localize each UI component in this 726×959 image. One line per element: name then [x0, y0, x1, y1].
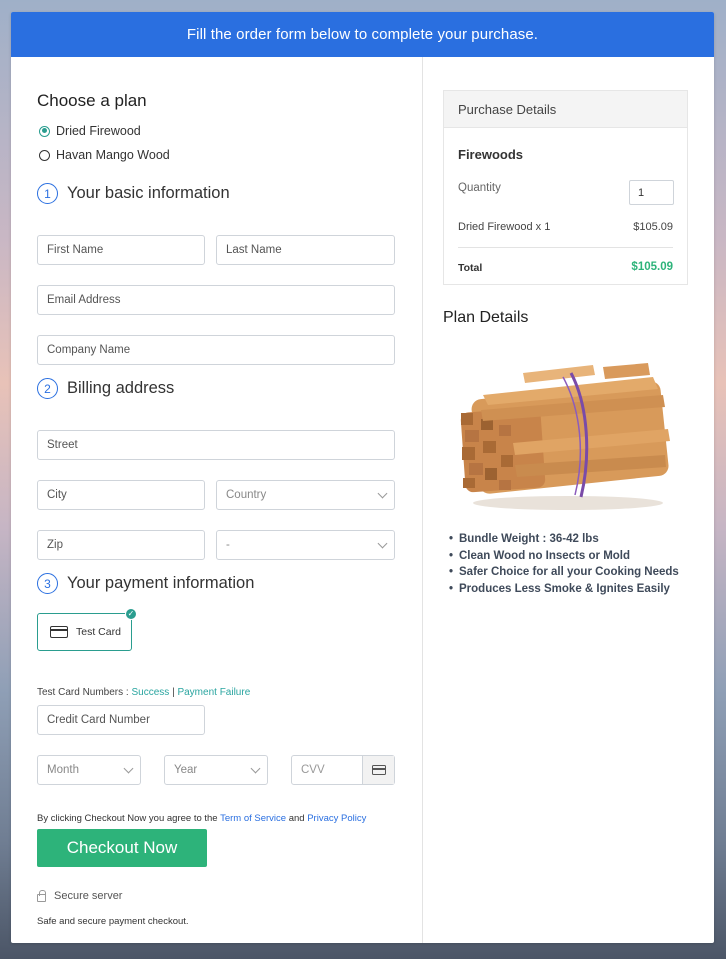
order-form: Choose a plan Dried Firewood Havan Mango… — [11, 57, 422, 943]
payment-failure-link[interactable]: Payment Failure — [177, 687, 250, 698]
month-select-value: Month — [47, 764, 79, 776]
test-card-numbers-label: Test Card Numbers : — [37, 687, 132, 698]
summary-panel: Purchase Details Firewoods Quantity 1 Dr… — [423, 57, 714, 943]
radio-unselected[interactable] — [39, 149, 50, 161]
cvv-field[interactable]: CVV — [291, 755, 395, 785]
country-select[interactable]: Country — [216, 480, 395, 510]
step-number: 1 — [37, 183, 58, 204]
email-field[interactable]: Email Address — [37, 285, 395, 315]
test-card-numbers: Test Card Numbers : Success | Payment Fa… — [37, 687, 250, 698]
section-title: Your basic information — [67, 184, 230, 202]
chevron-down-icon — [377, 488, 388, 498]
basic-info-heading: 1 Your basic information — [37, 183, 230, 204]
plan-feature: Produces Less Smoke & Ignites Easily — [449, 581, 689, 598]
line-item-label: Dried Firewood x 1 — [458, 221, 551, 233]
check-icon: ✓ — [125, 608, 137, 620]
year-select-value: Year — [174, 764, 198, 776]
state-select[interactable]: - — [216, 530, 395, 560]
plan-option-havan-mango-wood[interactable]: Havan Mango Wood — [39, 148, 170, 162]
credit-card-field[interactable]: Credit Card Number — [37, 705, 205, 735]
plan-feature: Clean Wood no Insects or Mold — [449, 548, 689, 565]
month-select[interactable]: Month — [37, 755, 141, 785]
card-icon — [371, 765, 386, 775]
checkout-button[interactable]: Checkout Now — [37, 829, 207, 867]
order-form-card: Fill the order form below to complete yo… — [11, 12, 714, 943]
country-select-value: Country — [226, 489, 267, 501]
line-item-price: $105.09 — [633, 221, 673, 233]
state-select-value: - — [226, 539, 230, 551]
total-label: Total — [458, 262, 483, 274]
section-title: Billing address — [67, 379, 175, 397]
total-divider — [458, 247, 673, 248]
card-icon — [50, 626, 68, 638]
first-name-field[interactable]: First Name — [37, 235, 205, 265]
plan-details-heading: Plan Details — [443, 309, 529, 326]
purchase-details-heading: Purchase Details — [444, 91, 687, 128]
purchase-details-box: Purchase Details Firewoods Quantity 1 Dr… — [443, 90, 688, 285]
secure-server: Secure server — [37, 889, 123, 902]
chevron-down-icon — [377, 538, 388, 548]
radio-selected[interactable] — [39, 125, 50, 137]
firewood-image — [460, 363, 670, 510]
chevron-down-icon — [250, 763, 261, 773]
success-link[interactable]: Success — [131, 687, 169, 698]
quantity-label: Quantity — [458, 182, 501, 194]
step-number: 3 — [37, 573, 58, 594]
plan-option-label: Dried Firewood — [56, 124, 141, 138]
cvv-card-button[interactable] — [362, 756, 394, 784]
cvv-placeholder: CVV — [301, 764, 325, 776]
payment-heading: 3 Your payment information — [37, 573, 254, 594]
company-field[interactable]: Company Name — [37, 335, 395, 365]
zip-field[interactable]: Zip — [37, 530, 205, 560]
section-title: Your payment information — [67, 574, 255, 592]
agree-and: and — [286, 813, 308, 824]
privacy-link[interactable]: Privacy Policy — [307, 813, 366, 824]
last-name-field[interactable]: Last Name — [216, 235, 395, 265]
agree-prefix: By clicking Checkout Now you agree to th… — [37, 813, 221, 824]
street-field[interactable]: Street — [37, 430, 395, 460]
lock-icon — [37, 889, 46, 902]
plan-option-dried-firewood[interactable]: Dried Firewood — [39, 124, 141, 138]
banner: Fill the order form below to complete yo… — [11, 12, 714, 57]
secure-server-label: Secure server — [54, 890, 123, 902]
terms-link[interactable]: Term of Service — [220, 813, 286, 824]
quantity-input[interactable]: 1 — [629, 180, 674, 205]
product-name: Firewoods — [458, 147, 524, 162]
step-number: 2 — [37, 378, 58, 399]
plan-feature: Safer Choice for all your Cooking Needs — [449, 564, 689, 581]
billing-heading: 2 Billing address — [37, 378, 174, 399]
plan-feature: Bundle Weight : 36-42 lbs — [449, 531, 689, 548]
test-card-label: Test Card — [76, 626, 121, 638]
city-field[interactable]: City — [37, 480, 205, 510]
year-select[interactable]: Year — [164, 755, 268, 785]
plan-option-label: Havan Mango Wood — [56, 148, 170, 162]
plan-features-list: Bundle Weight : 36-42 lbs Clean Wood no … — [449, 531, 689, 597]
chevron-down-icon — [123, 763, 134, 773]
link-separator: | — [172, 687, 175, 698]
secure-note: Safe and secure payment checkout. — [37, 916, 189, 927]
total-value: $105.09 — [631, 261, 673, 273]
agree-text: By clicking Checkout Now you agree to th… — [37, 813, 366, 824]
test-card-option[interactable]: Test Card ✓ — [37, 608, 137, 651]
choose-plan-heading: Choose a plan — [37, 91, 147, 110]
